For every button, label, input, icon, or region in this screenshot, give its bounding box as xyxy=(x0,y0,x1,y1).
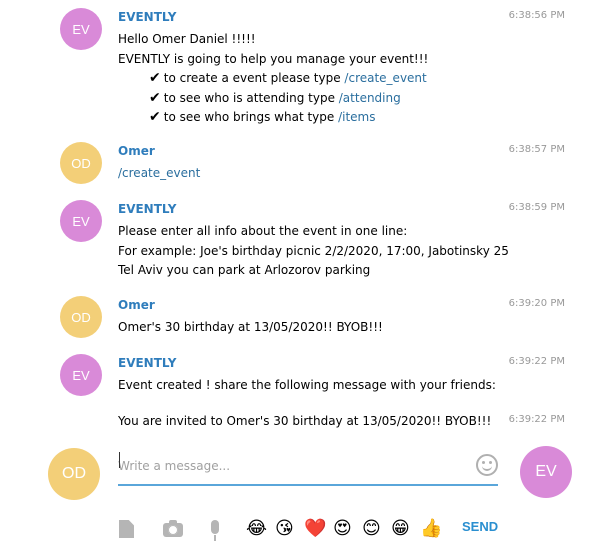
instruction-text: to see who is attending type xyxy=(163,90,339,105)
attach-file-icon[interactable] xyxy=(119,520,134,538)
timestamp: 6:38:59 PM xyxy=(508,202,565,213)
message-text: Omer's 30 birthday at 13/05/2020!! BYOB!… xyxy=(118,318,383,338)
instruction-line: ✔ to see who is attending type /attending xyxy=(118,89,428,109)
camera-icon[interactable] xyxy=(163,520,183,537)
text-caret xyxy=(119,452,120,468)
sender-name: Omer xyxy=(118,298,155,312)
avatar-evently: EV xyxy=(60,8,102,50)
instruction-text: to see who brings what type xyxy=(163,110,339,124)
smile-emoji-button[interactable]: 😊 xyxy=(362,518,381,540)
avatar-evently: EV xyxy=(60,200,102,242)
message-line: For example: Joe's birthday picnic 2/2/2… xyxy=(118,243,509,258)
message-text: Hello Omer Daniel !!!!! EVENTLY is going… xyxy=(118,30,428,128)
composer-toolbar: 😂 😘 ❤️ 😍 😊 😁 👍 SEND xyxy=(0,516,609,546)
message-text: Please enter all info about the event in… xyxy=(118,222,509,281)
bot-avatar: EV xyxy=(520,446,572,498)
sender-name: EVENTLY xyxy=(118,356,177,370)
check-icon: ✔ xyxy=(149,70,161,86)
send-button[interactable]: SEND xyxy=(462,519,498,534)
avatar-omer: OD xyxy=(60,296,102,338)
instruction-line: ✔ to see who brings what type /items xyxy=(118,108,428,128)
command-link[interactable]: /attending xyxy=(339,91,401,105)
thumbs-up-emoji-button[interactable]: 👍 xyxy=(420,518,442,540)
message-input[interactable] xyxy=(118,448,498,486)
message-composer: OD EV 😂 😘 ❤️ 😍 😊 😁 👍 SEND xyxy=(0,436,609,556)
message-text: /create_event xyxy=(118,164,200,184)
check-icon: ✔ xyxy=(149,109,161,125)
user-avatar: OD xyxy=(48,448,100,500)
check-icon: ✔ xyxy=(149,89,161,106)
heart-eyes-emoji-button[interactable]: 😍 xyxy=(333,518,352,540)
avatar-evently: EV xyxy=(60,354,102,396)
command-link[interactable]: /create_event xyxy=(118,164,200,184)
timestamp: 6:38:57 PM xyxy=(508,144,565,155)
joy-emoji-button[interactable]: 😂 xyxy=(246,518,267,540)
timestamp: 6:38:56 PM xyxy=(508,10,565,21)
message-text: You are invited to Omer's 30 birthday at… xyxy=(118,412,491,432)
microphone-icon[interactable] xyxy=(211,520,219,541)
message-line: EVENTLY is going to help you manage your… xyxy=(118,51,429,66)
command-link[interactable]: /create_event xyxy=(344,71,426,85)
message-text: Event created ! share the following mess… xyxy=(118,376,496,396)
message-line: Event created ! share the following mess… xyxy=(118,378,496,392)
timestamp: 6:39:22 PM xyxy=(508,356,565,367)
heart-emoji-button[interactable]: ❤️ xyxy=(304,518,326,540)
instruction-line: ✔ to create a event please type /create_e… xyxy=(118,69,428,89)
kiss-emoji-button[interactable]: 😘 xyxy=(275,518,294,540)
timestamp: 6:39:22 PM xyxy=(508,414,565,425)
message-line: Hello Omer Daniel !!!!! xyxy=(118,32,256,46)
message-line: Omer's 30 birthday at 13/05/2020!! BYOB!… xyxy=(118,320,383,334)
timestamp: 6:39:20 PM xyxy=(508,298,565,309)
emoji-picker-icon[interactable] xyxy=(476,454,498,476)
message-line: You are invited to Omer's 30 birthday at… xyxy=(118,414,492,428)
sender-name: EVENTLY xyxy=(118,10,177,24)
message-line: Please enter all info about the event in… xyxy=(118,224,408,238)
avatar-omer: OD xyxy=(60,142,102,184)
sender-name: Omer xyxy=(118,144,155,158)
sender-name: EVENTLY xyxy=(118,202,177,216)
command-link[interactable]: /items xyxy=(338,110,375,124)
chat-history: EV EVENTLY 6:38:56 PM Hello Omer Daniel … xyxy=(0,0,609,436)
grin-emoji-button[interactable]: 😁 xyxy=(391,518,410,540)
message-line: Tel Aviv you can park at Arlozorov parki… xyxy=(118,263,371,277)
instruction-text: to create a event please type xyxy=(163,71,345,85)
